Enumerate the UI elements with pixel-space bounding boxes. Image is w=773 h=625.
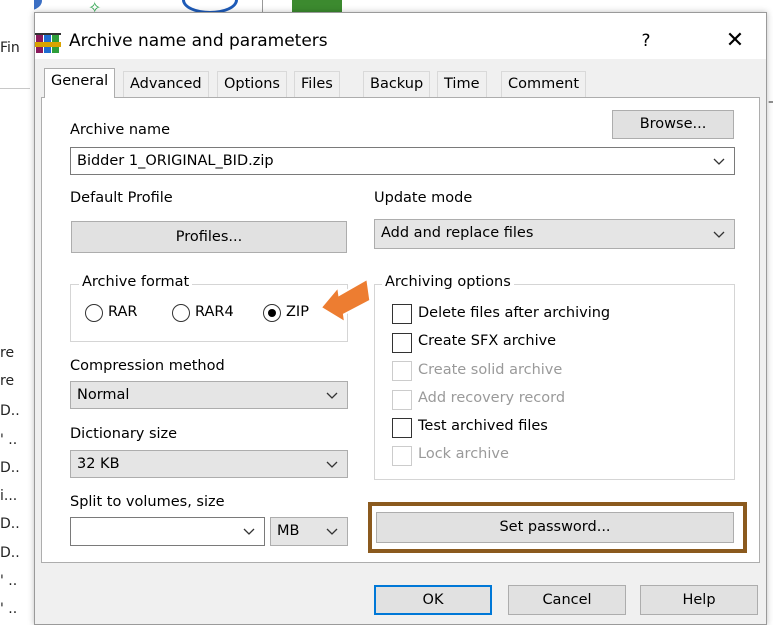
tab-advanced[interactable]: Advanced (123, 71, 209, 97)
split-unit-select[interactable]: MB (270, 517, 348, 546)
lock-archive-label: Lock archive (418, 446, 509, 462)
background-fragment: D.. (0, 545, 20, 561)
compression-method-select[interactable]: Normal (70, 381, 348, 409)
create-solid-label: Create solid archive (418, 362, 563, 378)
update-mode-select[interactable]: Add and replace files (374, 219, 735, 249)
chevron-down-icon[interactable] (325, 458, 339, 472)
profiles-button[interactable]: Profiles... (71, 221, 347, 253)
tab-files[interactable]: Files (294, 71, 340, 97)
create-sfx-checkbox[interactable] (392, 333, 412, 353)
chevron-down-icon[interactable] (325, 389, 339, 403)
format-rar-label[interactable]: RAR (108, 304, 137, 320)
compression-method-value: Normal (77, 387, 130, 403)
tab-backup[interactable]: Backup (363, 71, 431, 97)
tab-general[interactable]: General (44, 68, 116, 98)
help-button[interactable]: Help (640, 585, 758, 615)
ok-button[interactable]: OK (374, 585, 492, 615)
dictionary-size-label: Dictionary size (70, 426, 178, 442)
chevron-down-icon[interactable] (712, 228, 726, 242)
archive-format-legend: Archive format (79, 274, 193, 290)
test-archived-label[interactable]: Test archived files (418, 418, 548, 434)
update-mode-label: Update mode (374, 190, 473, 206)
test-archived-checkbox[interactable] (392, 418, 412, 438)
split-volumes-label: Split to volumes, size (70, 494, 225, 510)
format-rar-radio[interactable] (85, 304, 103, 322)
background-fragment: i... (0, 488, 18, 504)
set-password-button[interactable]: Set password... (376, 512, 734, 543)
default-profile-label: Default Profile (70, 190, 173, 206)
background-fragment: ' .. (0, 573, 18, 589)
chevron-down-icon[interactable] (242, 525, 256, 539)
background-fragment: re (0, 345, 15, 361)
background-fragment: re (0, 373, 15, 389)
archive-name-value: Bidder 1_ORIGINAL_BID.zip (77, 153, 274, 169)
recovery-record-label: Add recovery record (418, 390, 566, 406)
winrar-books-icon (35, 33, 61, 53)
dialog-title: Archive name and parameters (69, 31, 328, 51)
dialog-titlebar[interactable]: Archive name and parameters ? ✕ (35, 13, 766, 59)
tab-comment[interactable]: Comment (501, 71, 587, 97)
radio-selected-dot (267, 308, 276, 317)
chevron-down-icon[interactable] (325, 525, 339, 539)
lock-archive-checkbox (392, 446, 412, 466)
compression-method-label: Compression method (70, 358, 225, 374)
dictionary-size-value: 32 KB (77, 456, 120, 472)
archiving-options-legend: Archiving options (382, 274, 514, 290)
browse-button[interactable]: Browse... (612, 110, 734, 139)
archive-name-combobox[interactable]: Bidder 1_ORIGINAL_BID.zip (70, 147, 735, 175)
chevron-down-icon[interactable] (712, 155, 726, 169)
background-fragment: D.. (0, 460, 20, 476)
split-unit-value: MB (277, 523, 300, 539)
background-fragment: Fin (0, 40, 20, 56)
archive-name-label: Archive name (70, 122, 170, 138)
create-solid-checkbox (392, 361, 412, 381)
delete-files-label[interactable]: Delete files after archiving (418, 305, 610, 321)
background-fragment: D.. (0, 516, 20, 532)
background-fragment: ' .. (0, 432, 18, 448)
close-icon[interactable]: ✕ (715, 27, 755, 55)
dictionary-size-select[interactable]: 32 KB (70, 450, 348, 478)
format-rar4-label[interactable]: RAR4 (195, 304, 234, 320)
create-sfx-label[interactable]: Create SFX archive (418, 333, 556, 349)
tab-time[interactable]: Time (437, 71, 487, 97)
delete-files-checkbox[interactable] (392, 304, 412, 324)
tab-options[interactable]: Options (217, 71, 287, 97)
update-mode-value: Add and replace files (381, 225, 534, 241)
split-volumes-combobox[interactable] (70, 517, 265, 546)
cancel-button[interactable]: Cancel (508, 585, 626, 615)
recovery-record-checkbox (392, 390, 412, 410)
background-fragment: ' .. (0, 601, 18, 617)
archive-dialog: Archive name and parameters ? ✕ General … (34, 12, 767, 625)
format-zip-label[interactable]: ZIP (286, 304, 309, 320)
format-zip-radio[interactable] (263, 304, 281, 322)
background-fragment: — (768, 94, 773, 110)
format-rar4-radio[interactable] (172, 304, 190, 322)
help-question-button[interactable]: ? (631, 27, 661, 55)
general-tab-panel: Archive name Browse... Bidder 1_ORIGINAL… (41, 97, 760, 563)
background-divider (0, 88, 30, 89)
background-fragment: D.. (0, 403, 20, 419)
callout-arrow-icon (319, 278, 372, 322)
